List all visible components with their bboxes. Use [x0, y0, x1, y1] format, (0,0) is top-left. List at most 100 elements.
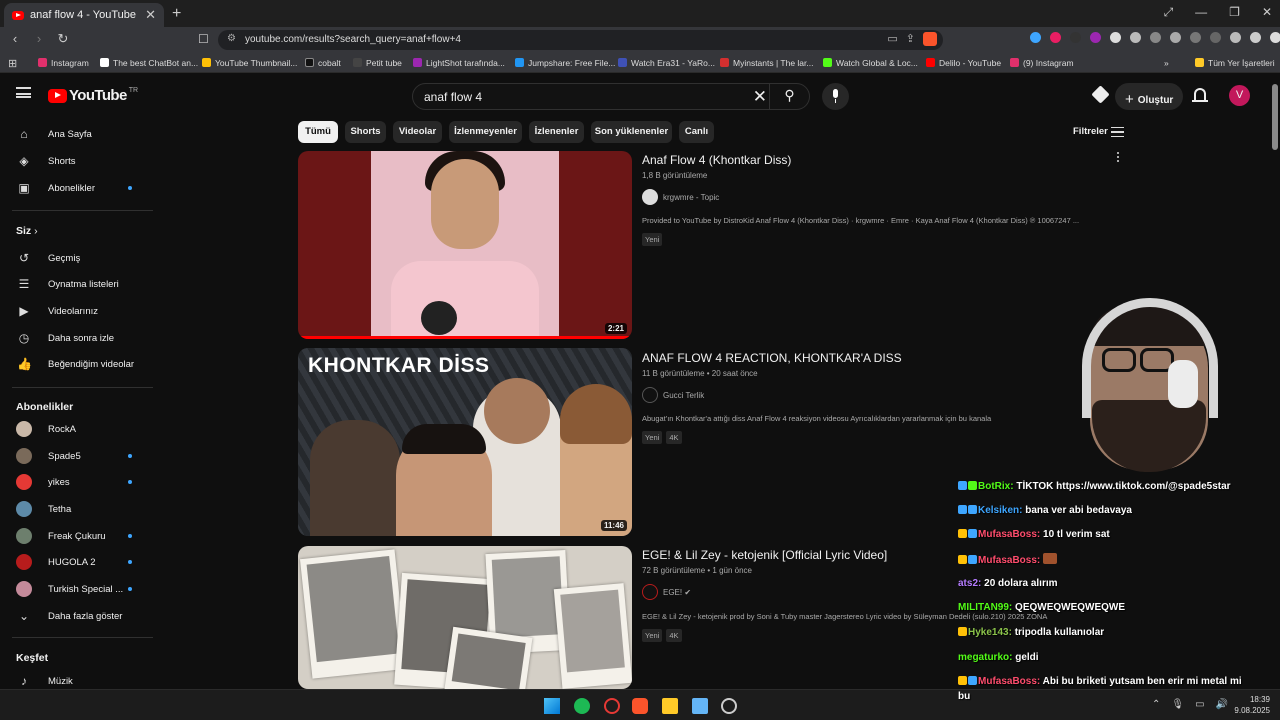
- bookmark-item[interactable]: Delilo - YouTube: [926, 58, 1001, 68]
- filters-icon[interactable]: [1111, 127, 1124, 137]
- brave-shield-icon[interactable]: [923, 32, 937, 46]
- sidebar-subscription[interactable]: yikes: [0, 469, 150, 495]
- more-options-icon[interactable]: [1117, 152, 1120, 163]
- extension-icon[interactable]: [1110, 32, 1121, 43]
- forward-button[interactable]: ›: [32, 31, 46, 47]
- extension-icon[interactable]: [1030, 32, 1041, 43]
- extension-icon[interactable]: [1070, 32, 1081, 43]
- sidebar-item-playlists[interactable]: ☰ Oynatma listeleri: [0, 271, 150, 297]
- chip-watched[interactable]: İzlenenler: [529, 121, 584, 143]
- chip-live[interactable]: Canlı: [679, 121, 714, 143]
- sidebar-subscription[interactable]: Spade5: [0, 443, 150, 469]
- sidebar-item-your-videos[interactable]: ▶ Videolarınız: [0, 298, 150, 324]
- clear-search-icon[interactable]: ✕: [753, 87, 767, 107]
- sidebar-subscription[interactable]: RockA: [0, 416, 150, 442]
- settings-gear-icon[interactable]: [721, 698, 737, 714]
- video-thumbnail[interactable]: [298, 546, 632, 689]
- chip-shorts[interactable]: Shorts: [345, 121, 386, 143]
- extension-icon[interactable]: [1190, 32, 1201, 43]
- bookmark-item[interactable]: The best ChatBot an...: [100, 58, 198, 68]
- filters-button[interactable]: Filtreler: [1073, 126, 1108, 137]
- sidebar-item-shorts[interactable]: ◈ Shorts: [0, 148, 150, 174]
- bookmark-item[interactable]: Watch Global & Loc...: [823, 58, 918, 68]
- bookmark-item[interactable]: Watch Era31 - YaRo...: [618, 58, 715, 68]
- taskbar-clock[interactable]: 18:39 9.08.2025: [1234, 694, 1270, 716]
- microphone-icon[interactable]: 🎙: [1171, 699, 1184, 710]
- browser-menu-icon[interactable]: [1270, 32, 1280, 43]
- channel-link[interactable]: EGE! ✔: [642, 584, 691, 600]
- chip-all[interactable]: Tümü: [298, 121, 338, 143]
- bookmark-item[interactable]: Myinstants | The lar...: [720, 58, 813, 68]
- tab-search-icon[interactable]: ⤢: [1164, 5, 1174, 20]
- extension-icon[interactable]: [1050, 32, 1061, 43]
- cast-icon[interactable]: [1091, 85, 1110, 104]
- sidebar-item-liked-videos[interactable]: 👍 Beğendiğim videolar: [0, 351, 150, 377]
- sidebar-subscription[interactable]: Tetha: [0, 496, 150, 522]
- bookmark-icon[interactable]: ☐: [198, 32, 209, 46]
- sidebar-item-subscriptions[interactable]: ▣ Abonelikler: [0, 175, 150, 201]
- minimize-button[interactable]: —: [1195, 5, 1207, 20]
- restore-button[interactable]: ❐: [1229, 5, 1240, 20]
- create-button[interactable]: + Oluştur: [1115, 83, 1183, 110]
- address-bar[interactable]: ⚙ youtube.com/results?search_query=anaf+…: [218, 30, 943, 50]
- chip-recently-uploaded[interactable]: Son yüklenenler: [591, 121, 672, 143]
- bookmarks-overflow-chevron[interactable]: »: [1164, 58, 1169, 68]
- sidebar-subscription[interactable]: HUGOLA 2: [0, 549, 150, 575]
- sidebar-item-home[interactable]: ⌂ Ana Sayfa: [0, 121, 150, 147]
- sidebar-item-watch-later[interactable]: ◷ Daha sonra izle: [0, 325, 150, 351]
- network-icon[interactable]: ▭: [1195, 699, 1204, 710]
- brave-browser-icon[interactable]: [632, 698, 648, 714]
- site-info-icon[interactable]: ⚙: [227, 33, 236, 44]
- video-title[interactable]: Anaf Flow 4 (Khontkar Diss): [642, 153, 791, 167]
- new-tab-button[interactable]: +: [172, 5, 181, 23]
- bookmark-item[interactable]: Petit tube: [353, 58, 402, 68]
- reload-button[interactable]: ↻: [56, 31, 70, 47]
- tab-close-icon[interactable]: ✕: [145, 7, 156, 23]
- avatar[interactable]: V: [1229, 85, 1250, 106]
- bookmark-item[interactable]: YouTube Thumbnail...: [202, 58, 297, 68]
- sidebar-item-history[interactable]: ↺ Geçmiş: [0, 245, 150, 271]
- bookmark-item[interactable]: (9) Instagram: [1010, 58, 1074, 68]
- hamburger-menu-icon[interactable]: [16, 87, 31, 98]
- all-bookmarks-folder[interactable]: Tüm Yer İşaretleri: [1195, 58, 1275, 68]
- sidebar-subscription[interactable]: Turkish Special ...: [0, 576, 150, 602]
- video-title[interactable]: ANAF FLOW 4 REACTION, KHONTKAR'A DISS: [642, 351, 902, 365]
- volume-icon[interactable]: 🔊: [1216, 699, 1228, 710]
- voice-search-mic-icon[interactable]: [822, 83, 849, 110]
- bookmark-item[interactable]: cobalt: [305, 58, 341, 68]
- video-title[interactable]: EGE! & Lil Zey - ketojenik [Official Lyr…: [642, 548, 887, 562]
- extension-icon[interactable]: [1090, 32, 1101, 43]
- youtube-logo[interactable]: YouTube TR: [48, 87, 138, 104]
- back-button[interactable]: ‹: [8, 31, 22, 47]
- chip-videos[interactable]: Videolar: [393, 121, 442, 143]
- show-more-button[interactable]: ⌄ Daha fazla göster: [0, 603, 150, 629]
- notifications-bell-icon[interactable]: [1192, 88, 1208, 102]
- bookmark-item[interactable]: Jumpshare: Free File...: [515, 58, 615, 68]
- bookmark-item[interactable]: LightShot tarafında...: [413, 58, 505, 68]
- vpn-icon[interactable]: [1250, 32, 1261, 43]
- extension-icon[interactable]: [1150, 32, 1161, 43]
- app-icon[interactable]: [692, 698, 708, 714]
- you-section-heading[interactable]: Siz ›: [16, 225, 38, 237]
- search-input[interactable]: anaf flow 4 ✕ ⚲: [412, 83, 810, 110]
- spotify-icon[interactable]: [574, 698, 590, 714]
- share-icon[interactable]: ⇪: [906, 32, 915, 46]
- cast-page-icon[interactable]: ▭: [887, 32, 897, 46]
- video-thumbnail[interactable]: KHONTKAR DİSS 11:46: [298, 348, 632, 536]
- extension-icon[interactable]: [1210, 32, 1221, 43]
- browser-tab[interactable]: anaf flow 4 - YouTube ✕: [4, 3, 164, 27]
- close-window-button[interactable]: ✕: [1262, 5, 1272, 20]
- chip-unwatched[interactable]: İzlenmeyenler: [449, 121, 522, 143]
- page-scrollbar[interactable]: [1272, 84, 1278, 150]
- channel-link[interactable]: Gucci Terlik: [642, 387, 704, 403]
- extension-icon[interactable]: [1170, 32, 1181, 43]
- opera-icon[interactable]: [604, 698, 620, 714]
- search-button[interactable]: ⚲: [769, 84, 809, 109]
- video-thumbnail[interactable]: 2:21: [298, 151, 632, 339]
- music-icon[interactable]: [1230, 32, 1241, 43]
- tray-chevron-icon[interactable]: ⌃: [1152, 699, 1160, 710]
- extension-icon[interactable]: [1130, 32, 1141, 43]
- file-explorer-icon[interactable]: [662, 698, 678, 714]
- sidebar-subscription[interactable]: Freak Çukuru: [0, 523, 150, 549]
- windows-start-icon[interactable]: [544, 698, 560, 714]
